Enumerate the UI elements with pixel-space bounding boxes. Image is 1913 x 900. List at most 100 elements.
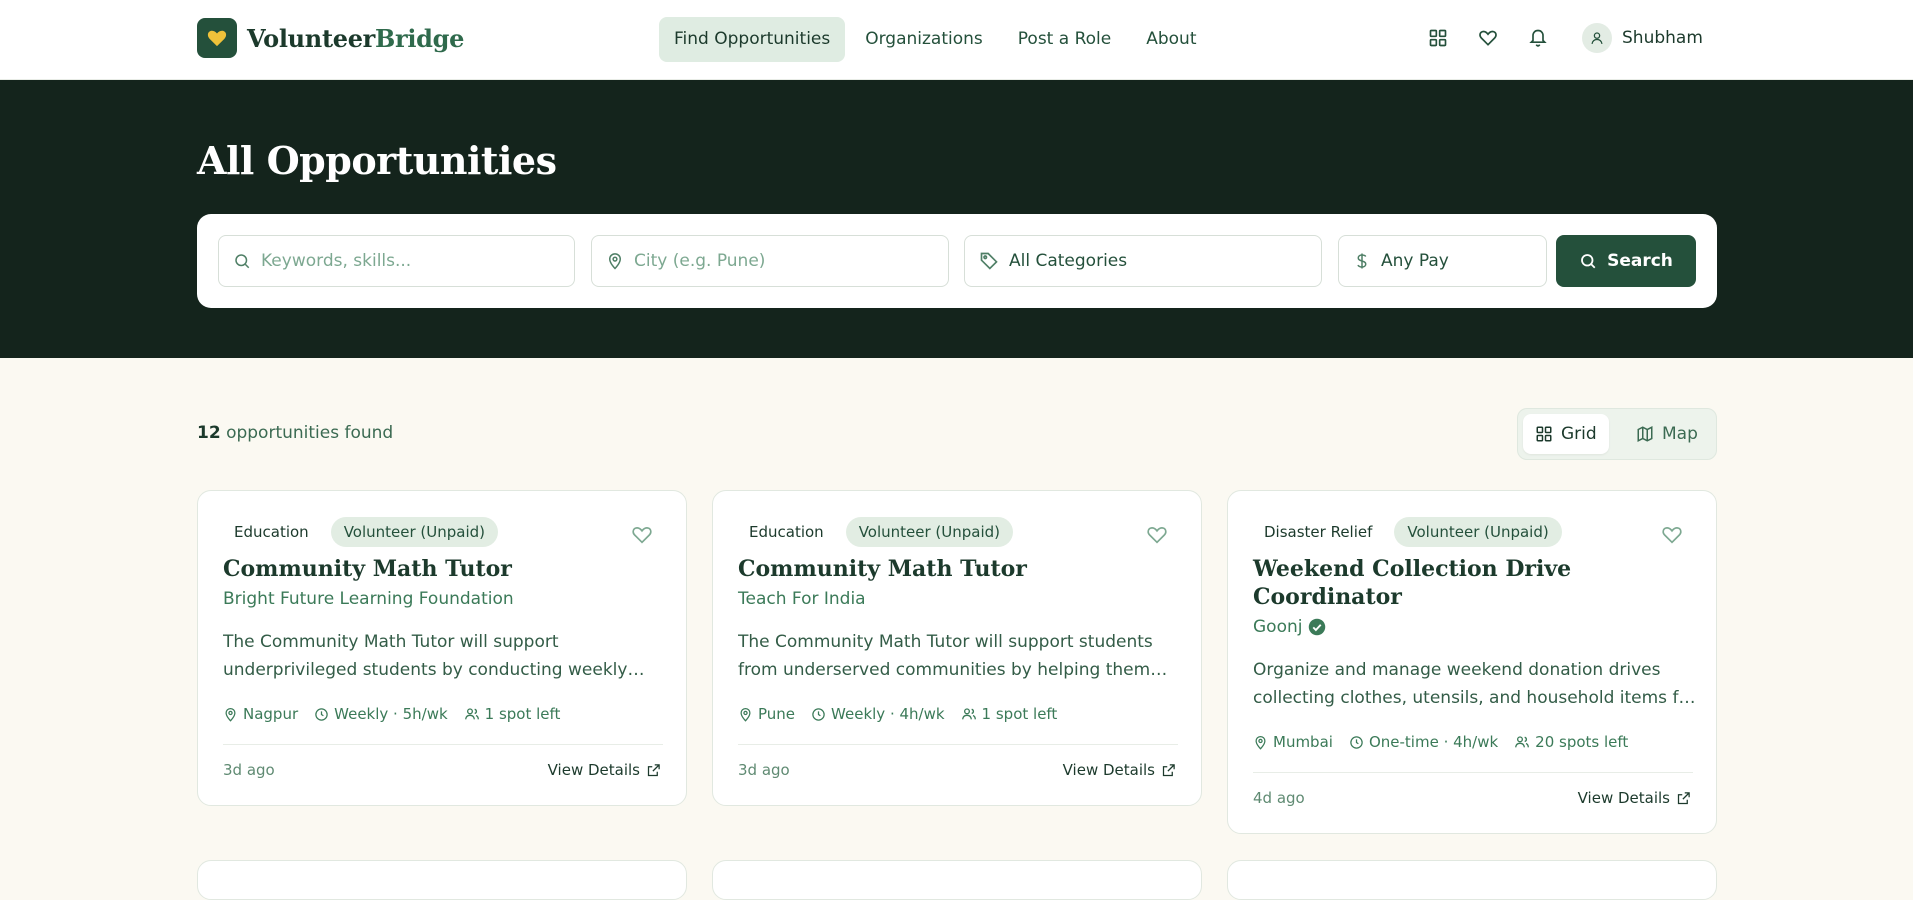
opportunity-card[interactable]: Education Volunteer (Unpaid) Community M… bbox=[197, 490, 687, 806]
external-link-icon bbox=[1162, 763, 1175, 776]
posted-time: 3d ago bbox=[738, 761, 790, 779]
opportunity-card-partial[interactable] bbox=[1227, 860, 1717, 900]
map-icon bbox=[1637, 426, 1653, 442]
results-count-suffix: opportunities found bbox=[226, 423, 394, 443]
search-panel: All Categories Any Pay Search bbox=[197, 214, 1717, 308]
category-badge: Education bbox=[738, 517, 834, 547]
clock-icon bbox=[1350, 735, 1363, 749]
map-pin-icon bbox=[1255, 735, 1266, 750]
map-pin-icon bbox=[608, 253, 622, 270]
external-link-icon bbox=[1677, 791, 1690, 804]
pay-value: Any Pay bbox=[1381, 251, 1449, 271]
external-link-icon bbox=[647, 763, 660, 776]
main-nav: Find Opportunities Organizations Post a … bbox=[659, 17, 1216, 62]
posted-time: 3d ago bbox=[223, 761, 275, 779]
user-name: Shubham bbox=[1622, 28, 1703, 48]
users-icon bbox=[464, 708, 479, 720]
opportunity-card[interactable]: Education Volunteer (Unpaid) Community M… bbox=[712, 490, 1202, 806]
card-badges: Education Volunteer (Unpaid) bbox=[223, 517, 499, 547]
city-input[interactable] bbox=[634, 251, 901, 271]
grid-icon bbox=[1536, 426, 1552, 442]
opportunity-card-partial[interactable] bbox=[712, 860, 1202, 900]
search-icon bbox=[1581, 254, 1596, 269]
nav-find-opportunities[interactable]: Find Opportunities bbox=[659, 17, 846, 62]
view-details-link[interactable]: View Details bbox=[1063, 761, 1176, 779]
spots-text: 1 spot left bbox=[484, 705, 561, 723]
heart-icon[interactable] bbox=[1476, 26, 1500, 50]
dashboard-grid-icon[interactable] bbox=[1426, 26, 1450, 50]
card-badges: Education Volunteer (Unpaid) bbox=[738, 517, 1014, 547]
dollar-icon bbox=[1357, 253, 1367, 269]
card-divider bbox=[223, 744, 663, 745]
schedule-text: One-time · 4h/wk bbox=[1368, 733, 1499, 751]
card-title[interactable]: Community Math Tutor bbox=[738, 555, 1178, 583]
card-description: Organize and manage weekend donation dri… bbox=[1253, 660, 1696, 708]
view-details-link[interactable]: View Details bbox=[1578, 789, 1691, 807]
type-badge: Volunteer (Unpaid) bbox=[845, 517, 1014, 547]
brand-name-part1: Volunteer bbox=[247, 23, 376, 53]
view-details-label: View Details bbox=[1577, 789, 1670, 807]
org-name[interactable]: Teach For India bbox=[738, 589, 866, 609]
favorite-heart-icon[interactable] bbox=[631, 524, 653, 546]
results-count: 12 opportunities found bbox=[197, 423, 393, 443]
grid-view-button[interactable]: Grid bbox=[1523, 414, 1609, 454]
map-pin-icon bbox=[740, 707, 751, 722]
clock-icon bbox=[315, 707, 328, 721]
pay-select[interactable]: Any Pay bbox=[1338, 235, 1547, 287]
card-title[interactable]: Community Math Tutor bbox=[223, 555, 663, 583]
spots-text: 1 spot left bbox=[981, 705, 1058, 723]
posted-time: 4d ago bbox=[1253, 789, 1305, 807]
city-field[interactable] bbox=[591, 235, 949, 287]
org-name[interactable]: Goonj bbox=[1253, 617, 1326, 637]
search-icon bbox=[235, 254, 250, 269]
category-select[interactable]: All Categories bbox=[964, 235, 1322, 287]
nav-about[interactable]: About bbox=[1131, 17, 1211, 62]
card-badges: Disaster Relief Volunteer (Unpaid) bbox=[1253, 517, 1562, 547]
verified-check-icon bbox=[1309, 618, 1326, 636]
search-button[interactable]: Search bbox=[1556, 235, 1696, 287]
results-count-number: 12 bbox=[197, 423, 221, 443]
nav-post-a-role[interactable]: Post a Role bbox=[1003, 17, 1126, 62]
brand-name: VolunteerBridge bbox=[247, 24, 464, 53]
page-title: All Opportunities bbox=[197, 138, 557, 183]
map-pin-icon bbox=[225, 707, 236, 722]
card-meta: Pune Weekly · 4h/wk 1 spot left bbox=[738, 705, 1073, 723]
view-toggle: Grid Map bbox=[1517, 408, 1717, 460]
hero-section: All Opportunities All Categories Any Pay… bbox=[0, 80, 1913, 358]
card-meta: Nagpur Weekly · 5h/wk 1 spot left bbox=[223, 705, 576, 723]
keywords-input[interactable] bbox=[261, 251, 527, 271]
card-meta: Mumbai One-time · 4h/wk 20 spots left bbox=[1253, 733, 1644, 751]
org-name-text: Teach For India bbox=[738, 589, 866, 609]
user-avatar-icon bbox=[1582, 23, 1612, 53]
card-divider bbox=[1253, 772, 1693, 773]
bell-icon[interactable] bbox=[1526, 26, 1550, 50]
view-details-link[interactable]: View Details bbox=[548, 761, 661, 779]
spots-text: 20 spots left bbox=[1535, 733, 1629, 751]
card-title[interactable]: Weekend Collection Drive Coordinator bbox=[1253, 555, 1693, 611]
map-view-button[interactable]: Map bbox=[1624, 414, 1710, 454]
location-text: Pune bbox=[758, 705, 796, 723]
favorite-heart-icon[interactable] bbox=[1661, 524, 1683, 546]
keywords-field[interactable] bbox=[218, 235, 575, 287]
map-view-label: Map bbox=[1662, 424, 1698, 444]
nav-organizations[interactable]: Organizations bbox=[850, 17, 998, 62]
org-name-text: Bright Future Learning Foundation bbox=[223, 589, 514, 609]
org-name[interactable]: Bright Future Learning Foundation bbox=[223, 589, 514, 609]
card-description: The Community Math Tutor will support un… bbox=[223, 632, 628, 680]
card-description: The Community Math Tutor will support st… bbox=[738, 632, 1153, 680]
favorite-heart-icon[interactable] bbox=[1146, 524, 1168, 546]
grid-view-label: Grid bbox=[1561, 424, 1597, 444]
clock-icon bbox=[812, 707, 825, 721]
view-details-label: View Details bbox=[1062, 761, 1155, 779]
type-badge: Volunteer (Unpaid) bbox=[330, 517, 499, 547]
opportunity-card-partial[interactable] bbox=[197, 860, 687, 900]
user-menu[interactable]: Shubham bbox=[1582, 23, 1703, 53]
users-icon bbox=[1515, 736, 1530, 748]
card-divider bbox=[738, 744, 1178, 745]
opportunity-card[interactable]: Disaster Relief Volunteer (Unpaid) Weeke… bbox=[1227, 490, 1717, 834]
category-value: All Categories bbox=[1009, 251, 1128, 271]
users-icon bbox=[961, 708, 976, 720]
type-badge: Volunteer (Unpaid) bbox=[1394, 517, 1562, 547]
brand-logo[interactable]: VolunteerBridge bbox=[197, 18, 464, 58]
schedule-text: Weekly · 4h/wk bbox=[831, 705, 945, 723]
